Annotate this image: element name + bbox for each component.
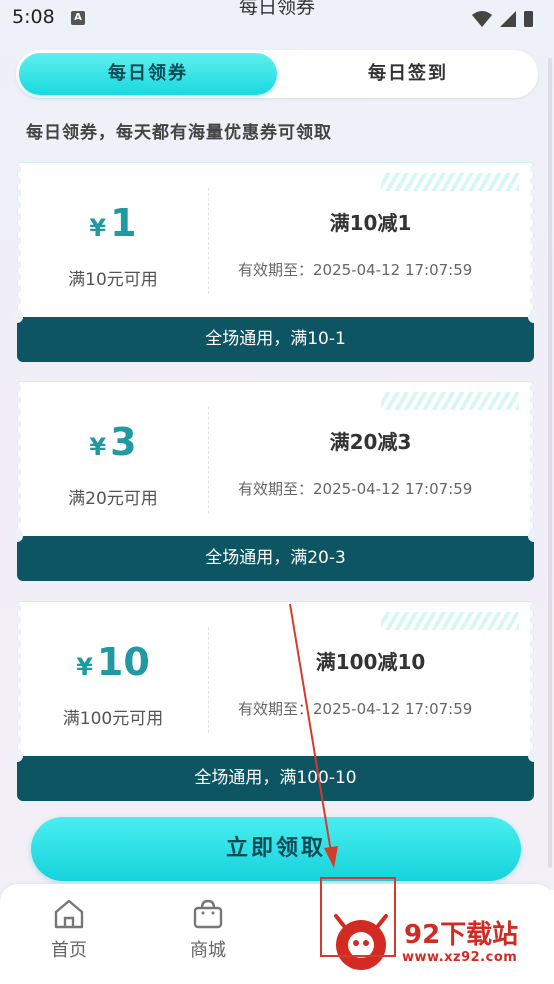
coupon-expiry: 有效期至：2025-04-12 17:07:59 xyxy=(238,480,473,498)
coupon-card[interactable]: ¥3 满20元可用 满20减3 有效期至：2025-04-12 17:07:59… xyxy=(11,381,540,581)
coupon-banner: 全场通用，满100-10 xyxy=(11,750,540,801)
coupon-amount: ¥10 xyxy=(76,640,150,684)
nav-label: 商城 xyxy=(190,940,226,961)
tab-bar: 每日领券 每日签到 xyxy=(16,50,538,98)
decorative-stripes xyxy=(381,392,519,410)
coupon-divider xyxy=(208,627,209,733)
coupon-title: 满100减10 xyxy=(315,650,426,674)
coupon-condition: 满10元可用 xyxy=(68,270,158,290)
decorative-stripes xyxy=(381,612,519,630)
coupon-body: ¥10 满100元可用 满100减10 有效期至：2025-04-12 17:0… xyxy=(17,601,534,756)
coupon-title: 满10减1 xyxy=(329,211,412,235)
coupon-body: ¥3 满20元可用 满20减3 有效期至：2025-04-12 17:07:59 xyxy=(17,381,534,536)
coupon-condition: 满100元可用 xyxy=(62,709,164,729)
decorative-stripes xyxy=(381,173,519,191)
scrollbar xyxy=(548,58,552,868)
watermark-url: www.xz92.com xyxy=(402,950,518,965)
subtitle: 每日领券，每天都有海量优惠券可领取 xyxy=(26,123,332,143)
coupon-body: ¥1 满10元可用 满10减1 有效期至：2025-04-12 17:07:59 xyxy=(17,162,534,317)
coupon-title: 满20减3 xyxy=(329,430,412,454)
nav-label: 首页 xyxy=(51,940,87,961)
nav-item-mall[interactable]: 商城 xyxy=(168,898,248,962)
coupon-banner: 全场通用，满20-3 xyxy=(11,530,540,581)
coupon-card[interactable]: ¥10 满100元可用 满100减10 有效期至：2025-04-12 17:0… xyxy=(11,601,540,801)
coupon-amount: ¥3 xyxy=(89,420,137,464)
tab-daily-coupons[interactable]: 每日领券 xyxy=(19,53,277,95)
annotation-box xyxy=(320,877,396,957)
page-title: 每日领券 xyxy=(238,0,315,18)
nav-item-home[interactable]: 首页 xyxy=(29,898,109,962)
shopping-bag-icon xyxy=(193,899,223,929)
coupon-expiry: 有效期至：2025-04-12 17:07:59 xyxy=(238,700,473,718)
coupon-banner: 全场通用，满10-1 xyxy=(11,311,540,362)
coupon-condition: 满20元可用 xyxy=(68,489,158,509)
watermark-name: 92下载站 xyxy=(404,920,519,950)
coupon-divider xyxy=(208,188,209,294)
coupon-amount: ¥1 xyxy=(89,201,137,245)
claim-now-button[interactable]: 立即领取 xyxy=(31,817,521,881)
coupon-card[interactable]: ¥1 满10元可用 满10减1 有效期至：2025-04-12 17:07:59… xyxy=(11,162,540,362)
home-icon xyxy=(54,899,84,929)
tab-daily-checkin[interactable]: 每日签到 xyxy=(278,50,538,98)
coupon-expiry: 有效期至：2025-04-12 17:07:59 xyxy=(238,261,473,279)
coupon-divider xyxy=(208,407,209,513)
